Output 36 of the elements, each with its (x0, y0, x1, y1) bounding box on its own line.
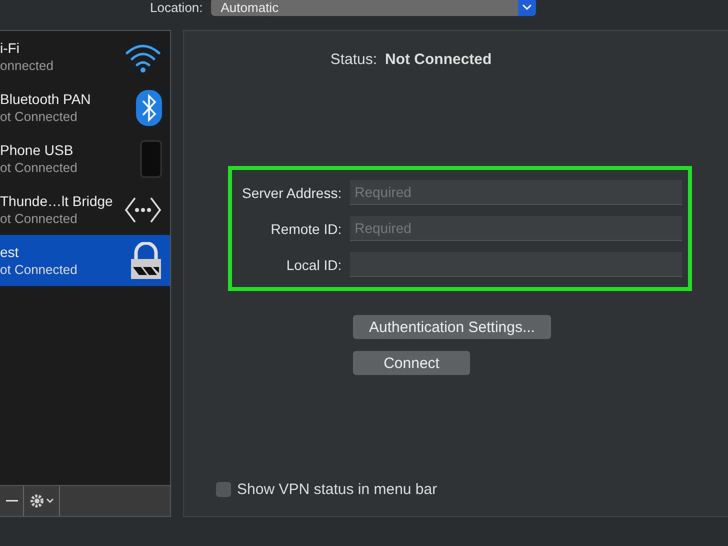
service-item[interactable]: Thunde…lt Bridge ot Connected (0, 184, 170, 235)
input-field[interactable]: Required (350, 216, 682, 241)
service-name: i-Fi (0, 40, 20, 56)
checkbox-label: Show VPN status in menu bar (237, 481, 438, 498)
input-field[interactable]: Required (350, 180, 682, 205)
location-label: Location: (150, 0, 203, 14)
service-item[interactable]: est ot Connected (0, 235, 170, 286)
input-field[interactable] (350, 252, 682, 277)
service-name: est (0, 244, 20, 260)
checkbox[interactable] (216, 482, 231, 497)
phone-icon (140, 140, 162, 178)
minus-icon (6, 500, 18, 502)
service-item[interactable]: Bluetooth PAN ot Connected (0, 82, 170, 133)
field-label: Remote ID: (270, 220, 342, 236)
service-item[interactable]: i-Fi onnected (0, 31, 170, 82)
service-name: Thunde…lt Bridge (0, 193, 113, 209)
status-label: Status: (330, 51, 378, 68)
service-item[interactable]: Phone USB ot Connected (0, 133, 170, 184)
service-status: ot Connected (0, 109, 78, 124)
authentication-settings-button[interactable]: Authentication Settings... (353, 315, 551, 339)
padlock-icon (130, 242, 162, 280)
service-status: ot Connected (0, 211, 78, 226)
status-value: Not Connected (385, 51, 492, 68)
field-label: Server Address: (242, 184, 342, 200)
connect-button[interactable]: Connect (353, 351, 470, 375)
service-name: Phone USB (0, 142, 74, 158)
service-name: Bluetooth PAN (0, 91, 91, 107)
field-label: Local ID: (285, 256, 342, 272)
bridge-icon (124, 196, 162, 224)
chevron-icon (518, 0, 536, 16)
service-status: ot Connected (0, 160, 78, 175)
service-status: onnected (0, 58, 54, 73)
service-status: ot Connected (0, 262, 78, 277)
location-dropdown[interactable]: Automatic (210, 0, 536, 16)
bluetooth-icon (136, 90, 162, 126)
gear-icon (28, 493, 54, 509)
